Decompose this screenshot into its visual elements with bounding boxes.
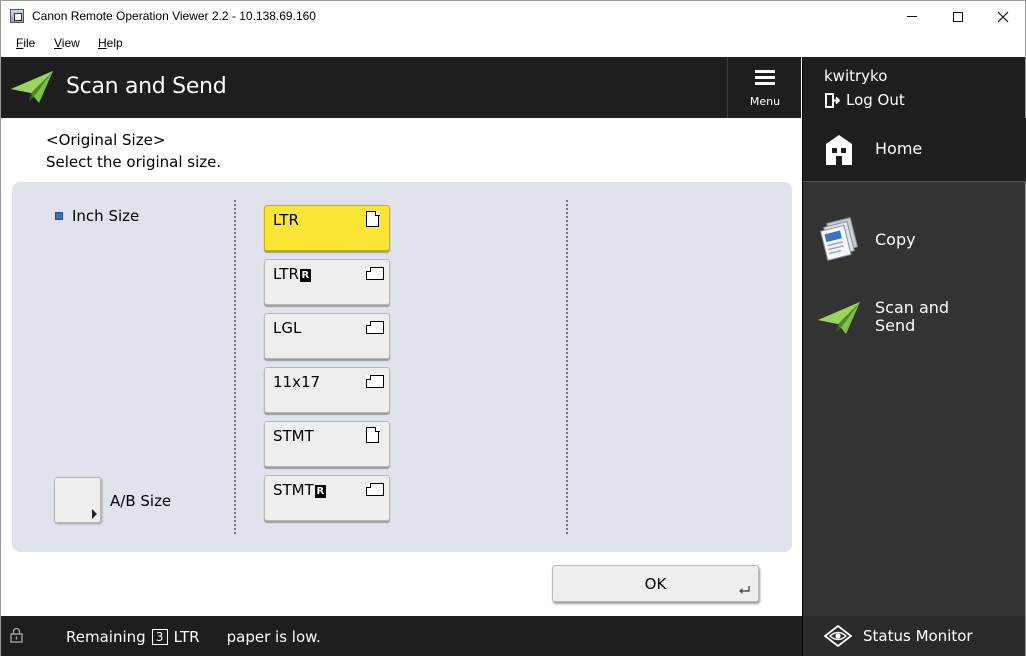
- paper-size-button[interactable]: LGL: [264, 313, 390, 359]
- landscape-orientation-icon: [365, 266, 384, 280]
- paper-size-label: STMT: [273, 427, 314, 445]
- close-button[interactable]: [980, 1, 1026, 32]
- lock-icon[interactable]: [10, 628, 23, 643]
- right-sidebar: Home Copy Scan and Send: [802, 118, 1026, 616]
- landscape-orientation-icon: [365, 482, 384, 496]
- menu-file[interactable]: File: [16, 36, 35, 50]
- paper-size-text: LTR: [273, 265, 299, 283]
- window-title: Canon Remote Operation Viewer 2.2 - 10.1…: [32, 9, 316, 23]
- user-panel: kwitryko Log Out: [802, 57, 1025, 118]
- menu-view-label: View: [54, 36, 80, 50]
- minimize-button[interactable]: [889, 1, 935, 32]
- enter-arrow-icon: [739, 586, 750, 594]
- paper-size-text: 11x17: [273, 373, 321, 391]
- function-header: Scan and Send Menu: [1, 57, 801, 118]
- menu-button-label: Menu: [749, 95, 781, 108]
- maximize-icon: [953, 11, 963, 22]
- status-paper: LTR: [173, 628, 200, 646]
- home-icon: [826, 135, 852, 165]
- menu-help-label: Help: [98, 36, 123, 50]
- scan-and-send-button[interactable]: Scan and Send: [803, 294, 1026, 364]
- paper-size-text: LTR: [273, 211, 299, 229]
- paper-size-label: LTR R: [273, 265, 311, 283]
- status-bar: Remaining 3 LTR paper is low.: [1, 616, 802, 656]
- paper-size-button[interactable]: LTR: [264, 205, 390, 251]
- paper-size-text: STMT: [273, 427, 314, 445]
- menu-button[interactable]: Menu: [727, 57, 801, 118]
- logout-button[interactable]: Log Out: [824, 90, 905, 110]
- paper-size-text: STMT: [273, 481, 314, 499]
- home-button[interactable]: Home: [803, 118, 1026, 182]
- paper-size-button[interactable]: 11x17: [264, 367, 390, 413]
- username: kwitryko: [824, 67, 888, 85]
- paper-size-label: 11x17: [273, 373, 320, 391]
- paper-size-label: LGL: [273, 319, 301, 337]
- menu-bar: File View Help: [1, 32, 1025, 57]
- expand-arrow-icon: [92, 509, 97, 519]
- application-window: Canon Remote Operation Viewer 2.2 - 10.1…: [0, 0, 1026, 656]
- paper-size-label: LTR: [273, 211, 299, 229]
- copy-label: Copy: [875, 230, 916, 249]
- app-icon: [10, 9, 24, 23]
- status-monitor-button[interactable]: Status Monitor: [802, 616, 1025, 656]
- ok-label: OK: [644, 575, 667, 593]
- status-monitor-label: Status Monitor: [863, 627, 973, 645]
- ab-size-button[interactable]: [54, 477, 101, 523]
- menu-help[interactable]: Help: [98, 36, 123, 50]
- copy-icon: [819, 217, 859, 261]
- status-prefix: Remaining: [66, 628, 146, 646]
- logout-label: Log Out: [846, 91, 905, 109]
- page-title: Scan and Send: [66, 74, 227, 99]
- status-suffix: paper is low.: [226, 628, 321, 646]
- landscape-orientation-icon: [365, 374, 384, 388]
- landscape-orientation-icon: [365, 320, 384, 334]
- paper-size-button[interactable]: STMT: [264, 421, 390, 467]
- status-monitor-icon: [824, 625, 852, 647]
- column-divider: [234, 200, 236, 534]
- remaining-count-badge: 3: [151, 629, 168, 645]
- ok-button[interactable]: OK: [552, 565, 759, 602]
- size-selection-panel: Inch Size A/B Size LTR LTR R LGL 11x17 STMT ST…: [12, 182, 792, 552]
- paper-size-label: STMT R: [273, 481, 326, 499]
- paper-size-button[interactable]: STMT R: [264, 475, 390, 521]
- close-icon: [997, 11, 1009, 22]
- logout-icon: [825, 92, 840, 108]
- rotated-badge: R: [314, 485, 326, 498]
- section-heading: <Original Size>: [46, 131, 166, 149]
- menu-view[interactable]: View: [54, 36, 80, 50]
- home-label: Home: [875, 139, 923, 158]
- status-message: Remaining 3 LTR paper is low.: [66, 628, 321, 646]
- paper-plane-icon: [818, 302, 860, 334]
- scan-and-send-label: Scan and Send: [875, 299, 949, 335]
- inch-size-tab[interactable]: Inch Size: [72, 207, 139, 225]
- paper-plane-icon: [11, 71, 53, 103]
- title-bar: Canon Remote Operation Viewer 2.2 - 10.1…: [1, 1, 1025, 32]
- instruction-text: Select the original size.: [46, 153, 222, 171]
- main-content: <Original Size> Select the original size…: [1, 118, 802, 616]
- ab-size-label: A/B Size: [110, 492, 172, 510]
- scan-label-line2: Send: [875, 316, 916, 335]
- copy-button[interactable]: Copy: [803, 184, 1026, 294]
- scan-label-line1: Scan and: [875, 298, 950, 317]
- column-divider: [566, 200, 568, 534]
- inch-size-marker: [55, 212, 63, 220]
- minimize-icon: [907, 16, 917, 17]
- paper-size-button[interactable]: LTR R: [264, 259, 390, 305]
- paper-size-text: LGL: [273, 319, 302, 337]
- maximize-button[interactable]: [935, 1, 981, 32]
- rotated-badge: R: [299, 269, 311, 282]
- menu-file-label: File: [16, 36, 36, 50]
- portrait-orientation-icon: [366, 426, 380, 443]
- portrait-orientation-icon: [366, 210, 380, 227]
- hamburger-icon: [755, 70, 775, 86]
